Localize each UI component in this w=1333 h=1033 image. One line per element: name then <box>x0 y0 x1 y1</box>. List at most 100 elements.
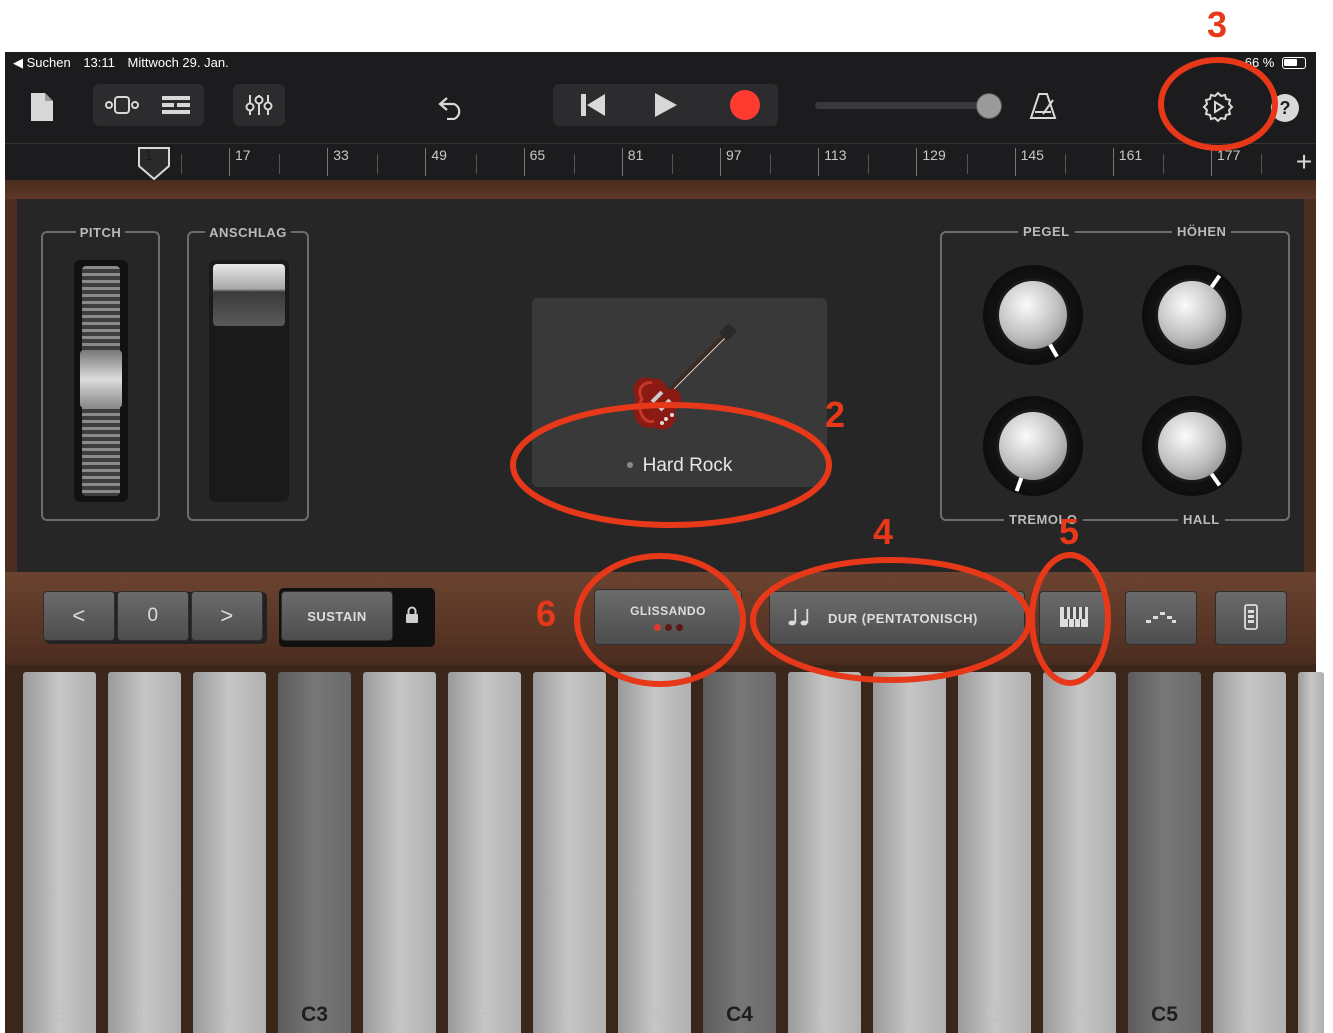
ruler-tick <box>573 154 575 174</box>
octave-down-button[interactable]: < <box>43 591 115 641</box>
ruler-tick <box>868 154 870 174</box>
keys-mode-button[interactable] <box>1039 591 1109 645</box>
volume-slider-knob[interactable] <box>976 93 1002 119</box>
arpeggiator-button[interactable] <box>1125 591 1197 645</box>
piano-key-partial[interactable] <box>1298 672 1324 1033</box>
ruler-bar-number: 49 <box>431 147 447 163</box>
toolbar: ? <box>5 73 1316 143</box>
help-icon[interactable]: ? <box>1271 94 1299 122</box>
ruler-bar-line <box>327 148 329 176</box>
piano-key[interactable]: D <box>788 672 861 1033</box>
metronome-icon[interactable] <box>1023 88 1063 124</box>
garageband-keyboard-screen: ◀ Suchen 13:11 Mittwoch 29. Jan. 66 % ? … <box>0 0 1333 1033</box>
add-section-button[interactable]: + <box>1292 146 1316 177</box>
record-icon[interactable] <box>717 86 772 124</box>
piano-key[interactable]: G <box>108 672 181 1033</box>
sustain-button[interactable]: SUSTAIN <box>281 591 393 641</box>
ruler-bar-line <box>425 148 427 176</box>
octave-value: 0 <box>117 591 189 641</box>
velocity-box: ANSCHLAG <box>187 225 309 521</box>
ruler-bar-number: 17 <box>235 147 251 163</box>
battery-icon <box>1282 57 1306 69</box>
battery-percent: 66 % <box>1244 55 1275 70</box>
piano-key[interactable]: A <box>1043 672 1116 1033</box>
volume-slider[interactable] <box>815 102 985 109</box>
annotation-number-4: 4 <box>873 511 894 552</box>
velocity-slider[interactable] <box>209 260 289 502</box>
settings-icon[interactable] <box>1198 87 1238 127</box>
piano-key[interactable]: C4 <box>703 672 776 1033</box>
timeline-ruler[interactable]: 17 33 49 65 81 97 113 129 145 161 177 1 + <box>5 143 1316 180</box>
ruler-tick <box>672 154 673 174</box>
ruler-bar-number: 129 <box>922 147 946 163</box>
tracks-view-icon[interactable] <box>97 88 147 122</box>
keyboard-controls: < 0 > SUSTAIN GLISSANDO DUR (PENTATONISC… <box>5 572 1316 665</box>
level-knob[interactable] <box>983 265 1083 365</box>
piano-key[interactable]: E <box>873 672 946 1033</box>
piano-key[interactable]: G <box>958 672 1031 1033</box>
instrument-panel: PITCH ANSCHLAG Hard Rock PEGEL HÖHEN TRE… <box>5 199 1316 572</box>
glissando-button[interactable]: GLISSANDO <box>594 589 742 645</box>
ruler-bar-number: 97 <box>726 147 742 163</box>
annotation-number-5: 5 <box>1059 511 1080 552</box>
mixer-icon[interactable] <box>233 84 285 126</box>
ruler-tick <box>770 154 772 174</box>
pitch-label: PITCH <box>75 225 126 240</box>
piano-key[interactable]: A <box>618 672 691 1033</box>
keyboard-layout-button[interactable] <box>1215 591 1287 645</box>
play-icon[interactable] <box>637 86 692 124</box>
scale-button[interactable]: DUR (PENTATONISCH) <box>769 591 1025 645</box>
ruler-tick <box>377 154 379 174</box>
piano-key[interactable]: E <box>448 672 521 1033</box>
glissando-label: GLISSANDO <box>630 603 706 618</box>
scale-label: DUR (PENTATONISCH) <box>828 610 978 626</box>
tremolo-knob[interactable] <box>983 396 1083 496</box>
notes-icon <box>788 608 810 629</box>
keyboard-rows-icon <box>1244 603 1258 633</box>
knob-section <box>940 231 1290 521</box>
octave-up-button[interactable]: > <box>191 591 263 641</box>
glissando-indicator <box>653 623 683 631</box>
back-to-search-link[interactable]: ◀ Suchen <box>13 55 71 70</box>
ruler-tick <box>475 154 477 174</box>
status-date: Mittwoch 29. Jan. <box>127 55 229 70</box>
ruler-tick <box>1163 154 1164 174</box>
ruler-bar-line <box>818 148 820 176</box>
annotation-number-2: 2 <box>825 394 846 435</box>
status-bar: ◀ Suchen 13:11 Mittwoch 29. Jan. 66 % <box>5 52 1316 73</box>
ruler-bar-line <box>523 148 525 176</box>
ruler-bar-number: 161 <box>1118 147 1143 163</box>
wood-trim-top <box>5 180 1316 199</box>
ruler-tick <box>1261 154 1263 174</box>
pitch-wheel[interactable] <box>74 260 128 502</box>
go-to-start-icon[interactable] <box>565 86 620 124</box>
piano-key[interactable]: D <box>363 672 436 1033</box>
ruler-bar-number: 145 <box>1020 147 1044 163</box>
guitar-icon <box>622 323 742 438</box>
reverb-label: HALL <box>1178 512 1225 527</box>
piano-key[interactable]: A <box>193 672 266 1033</box>
piano-key[interactable]: E <box>23 672 96 1033</box>
ruler-bar-number: 177 <box>1217 147 1241 163</box>
piano-key[interactable]: G <box>533 672 606 1033</box>
piano-keys-icon <box>1059 606 1089 631</box>
piano-key[interactable]: C3 <box>278 672 351 1033</box>
piano-key[interactable]: D <box>1213 672 1286 1033</box>
battery-indicator: 66 % <box>1245 55 1306 70</box>
preset-selector[interactable]: Hard Rock <box>532 298 827 487</box>
list-view-icon[interactable] <box>151 88 201 122</box>
playhead-marker[interactable] <box>136 146 172 180</box>
ruler-tick <box>181 154 182 174</box>
level-label: PEGEL <box>1018 224 1075 239</box>
ruler-bar-number: 113 <box>824 147 847 163</box>
lock-icon[interactable] <box>399 600 425 630</box>
ruler-bar-line <box>1014 148 1016 176</box>
document-icon[interactable] <box>27 90 57 124</box>
treble-knob[interactable] <box>1142 265 1242 365</box>
preset-indicator-dot <box>626 462 633 468</box>
reverb-knob[interactable] <box>1142 396 1242 496</box>
undo-icon[interactable] <box>433 90 469 124</box>
piano-keyboard: E G A C3 D E G A C4 D E G A C5 D <box>5 665 1324 1033</box>
ruler-tick <box>1064 154 1066 174</box>
piano-key[interactable]: C5 <box>1128 672 1201 1033</box>
